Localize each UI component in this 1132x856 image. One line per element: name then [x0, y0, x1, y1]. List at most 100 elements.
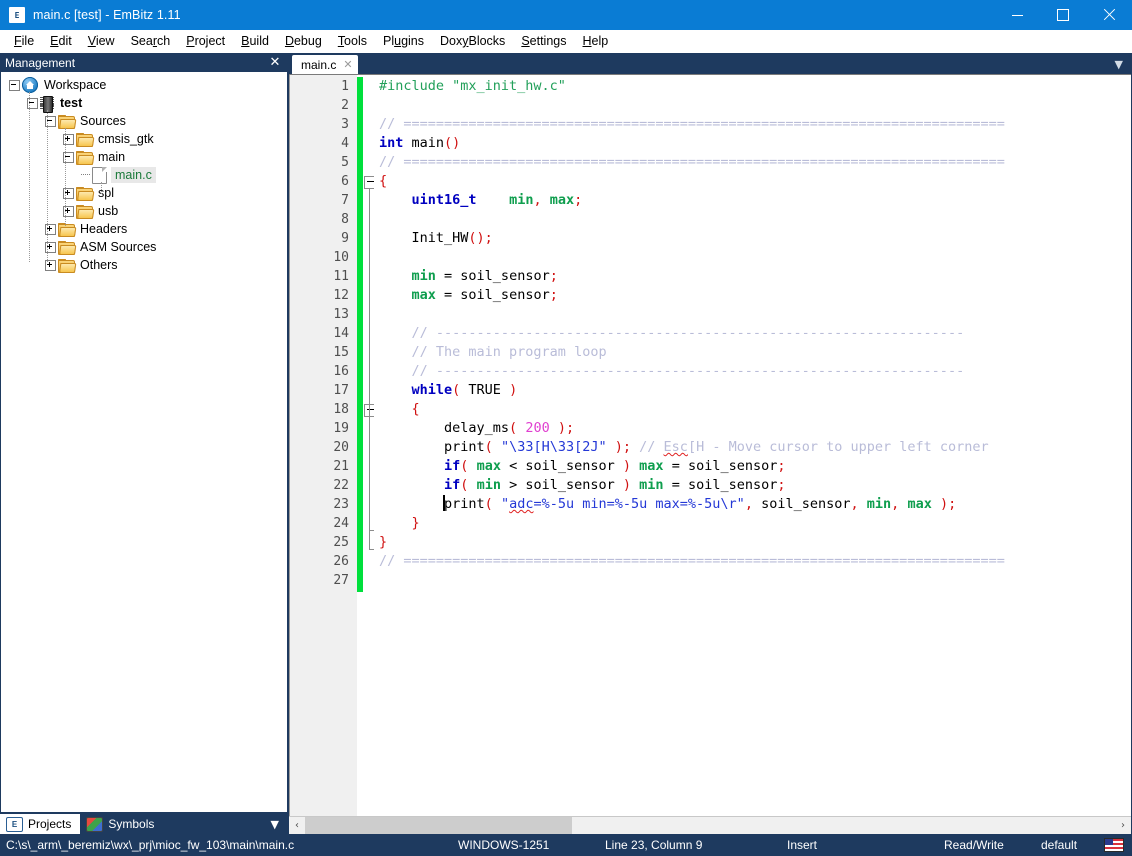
- folder-icon: [76, 151, 92, 164]
- code-token: [859, 496, 867, 512]
- code-token: ,: [851, 496, 859, 512]
- horizontal-scrollbar[interactable]: ‹ ›: [289, 816, 1131, 834]
- menu-project[interactable]: Project: [178, 32, 233, 50]
- panel-tab-label: Projects: [28, 817, 71, 831]
- scroll-left-arrow-icon[interactable]: ‹: [289, 817, 305, 834]
- tree-item-spl[interactable]: spl: [1, 184, 287, 202]
- tree-item-main[interactable]: main: [1, 148, 287, 166]
- menu-help[interactable]: Help: [575, 32, 617, 50]
- menu-view[interactable]: View: [80, 32, 123, 50]
- scrollbar-track[interactable]: [305, 817, 1115, 834]
- code-line[interactable]: [374, 248, 1131, 267]
- home-icon: [22, 77, 38, 93]
- menu-settings[interactable]: Settings: [513, 32, 574, 50]
- tree-item-usb[interactable]: usb: [1, 202, 287, 220]
- menu-tools[interactable]: Tools: [330, 32, 375, 50]
- menu-doxyblocks[interactable]: DoxyBlocks: [432, 32, 513, 50]
- chip-icon: [40, 96, 54, 111]
- tree-item-test[interactable]: test: [1, 94, 287, 112]
- scrollbar-thumb[interactable]: [305, 817, 572, 834]
- menu-edit[interactable]: Edit: [42, 32, 80, 50]
- code-token: [542, 192, 550, 208]
- code-token: ): [623, 458, 631, 474]
- code-token: soil_sensor: [460, 287, 549, 303]
- line-number: 26: [290, 552, 357, 571]
- code-token: ,: [745, 496, 753, 512]
- code-token: [H - Move cursor to upper left corner: [688, 439, 989, 455]
- code-line[interactable]: [374, 210, 1131, 229]
- symbols-icon: [86, 817, 103, 832]
- panel-close-icon[interactable]: ✕: [265, 54, 285, 71]
- code-editor[interactable]: 1234567891011121314151617181920212223242…: [289, 75, 1131, 816]
- code-line[interactable]: print( "adc=%-5u min=%-5u max=%-5u\r", s…: [374, 495, 1131, 514]
- menu-build[interactable]: Build: [233, 32, 277, 50]
- tab-close-icon[interactable]: ✕: [343, 58, 352, 71]
- menu-plugins[interactable]: Plugins: [375, 32, 432, 50]
- code-line[interactable]: }: [374, 533, 1131, 552]
- fold-and-change-margin[interactable]: [357, 75, 374, 816]
- code-token: soil_sensor: [460, 268, 549, 284]
- code-line[interactable]: delay_ms( 200 );: [374, 419, 1131, 438]
- code-line[interactable]: max = soil_sensor;: [374, 286, 1131, 305]
- close-button[interactable]: [1086, 0, 1132, 30]
- menu-bar: FileEditViewSearchProjectBuildDebugTools…: [0, 30, 1132, 53]
- menu-search[interactable]: Search: [123, 32, 179, 50]
- code-token: = soil_sensor: [664, 477, 778, 493]
- chevron-down-icon[interactable]: ▼: [1115, 58, 1132, 74]
- code-line[interactable]: // =====================================…: [374, 115, 1131, 134]
- code-token: [493, 496, 501, 512]
- code-line[interactable]: // =====================================…: [374, 552, 1131, 571]
- code-line[interactable]: [374, 305, 1131, 324]
- code-token: }: [379, 534, 387, 550]
- minimize-button[interactable]: [994, 0, 1040, 30]
- code-line[interactable]: int main(): [374, 134, 1131, 153]
- code-line[interactable]: // =====================================…: [374, 153, 1131, 172]
- code-token: );: [558, 420, 574, 436]
- collapse-icon[interactable]: [9, 80, 20, 91]
- code-line[interactable]: #include "mx_init_hw.c": [374, 77, 1131, 96]
- tree-item-main-c[interactable]: main.c: [1, 166, 287, 184]
- code-token: (: [485, 496, 493, 512]
- code-line[interactable]: // -------------------------------------…: [374, 324, 1131, 343]
- code-line[interactable]: {: [374, 172, 1131, 191]
- code-line[interactable]: [374, 96, 1131, 115]
- code-line[interactable]: }: [374, 514, 1131, 533]
- line-number: 16: [290, 362, 357, 381]
- code-line[interactable]: // -------------------------------------…: [374, 362, 1131, 381]
- line-number: 19: [290, 419, 357, 438]
- panel-tab-symbols[interactable]: Symbols: [80, 814, 163, 834]
- code-token: =%-5u min=%-5u max=%-5u\r": [533, 496, 744, 512]
- tree-item-label: main.c: [111, 167, 156, 183]
- code-token: }: [412, 515, 420, 531]
- line-number: 4: [290, 134, 357, 153]
- code-line[interactable]: if( max < soil_sensor ) max = soil_senso…: [374, 457, 1131, 476]
- tree-item-sources[interactable]: Sources: [1, 112, 287, 130]
- scroll-right-arrow-icon[interactable]: ›: [1115, 817, 1131, 834]
- tree-item-asm-sources[interactable]: ASM Sources: [1, 238, 287, 256]
- code-line[interactable]: {: [374, 400, 1131, 419]
- tab-main-c[interactable]: main.c ✕: [292, 55, 358, 74]
- status-insert-mode: Insert: [781, 838, 938, 852]
- code-token: > soil_sensor: [501, 477, 623, 493]
- code-content[interactable]: #include "mx_init_hw.c" // =============…: [374, 75, 1131, 816]
- tree-item-workspace[interactable]: Workspace: [1, 76, 287, 94]
- code-line[interactable]: while( TRUE ): [374, 381, 1131, 400]
- menu-file[interactable]: File: [6, 32, 42, 50]
- code-line[interactable]: print( "\33[H\33[2J" ); // Esc[H - Move …: [374, 438, 1131, 457]
- code-line[interactable]: min = soil_sensor;: [374, 267, 1131, 286]
- tree-item-headers[interactable]: Headers: [1, 220, 287, 238]
- project-tree[interactable]: WorkspacetestSourcescmsis_gtkmainmain.cs…: [1, 72, 287, 812]
- menu-debug[interactable]: Debug: [277, 32, 330, 50]
- code-token: {: [412, 401, 420, 417]
- tree-item-others[interactable]: Others: [1, 256, 287, 274]
- panel-tabs-overflow-icon[interactable]: ▼: [271, 818, 288, 834]
- maximize-button[interactable]: [1040, 0, 1086, 30]
- code-token: [379, 192, 412, 208]
- code-line[interactable]: Init_HW();: [374, 229, 1131, 248]
- code-line[interactable]: [374, 571, 1131, 590]
- code-line[interactable]: // The main program loop: [374, 343, 1131, 362]
- tree-item-cmsis-gtk[interactable]: cmsis_gtk: [1, 130, 287, 148]
- code-line[interactable]: uint16_t min, max;: [374, 191, 1131, 210]
- code-line[interactable]: if( min > soil_sensor ) min = soil_senso…: [374, 476, 1131, 495]
- panel-tab-projects[interactable]: EProjects: [0, 814, 80, 834]
